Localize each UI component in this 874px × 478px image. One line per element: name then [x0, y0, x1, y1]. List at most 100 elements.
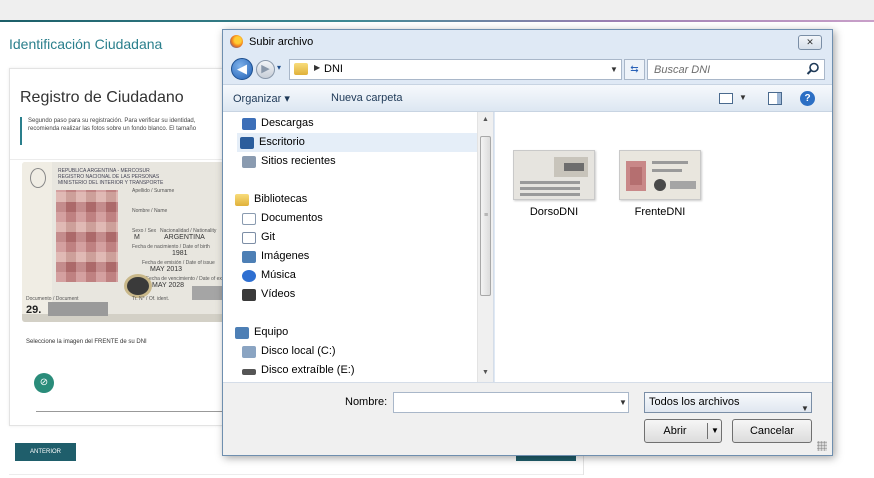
image-thumbnail-icon	[513, 150, 595, 200]
dialog-bottom-area: Nombre: ▼ Todos los archivos ▼ Abrir ▼ C…	[223, 382, 832, 455]
nav-item-git[interactable]: Git	[239, 228, 479, 247]
dni-header: REPUBLICA ARGENTINA - MERCOSUR REGISTRO …	[58, 168, 163, 186]
file-item-dorso[interactable]: DorsoDNI	[499, 150, 599, 234]
nav-item-disco-extraible[interactable]: Disco extraíble (E:)	[239, 361, 479, 380]
search-box[interactable]	[647, 59, 825, 80]
search-input[interactable]	[648, 60, 798, 79]
file-type-select[interactable]: Todos los archivos ▼	[644, 392, 812, 413]
dni-number-redacted	[48, 302, 108, 316]
address-bar[interactable]: ▶ DNI ▼	[289, 59, 622, 80]
navigation-pane: Descargas Escritorio Sitios recientes Bi…	[223, 112, 494, 382]
nav-item-label: Documentos	[261, 212, 323, 224]
firefox-icon	[230, 35, 243, 48]
scroll-grip-icon: ≡	[484, 212, 489, 219]
dni-name-label: Nombre / Name	[132, 208, 168, 214]
nav-item-videos[interactable]: Vídeos	[239, 285, 479, 304]
open-button-label: Abrir	[663, 425, 687, 437]
dni-birth-value: 1981	[172, 250, 188, 257]
file-item-frente[interactable]: FrenteDNI	[605, 150, 705, 234]
nav-item-imagenes[interactable]: Imágenes	[239, 247, 479, 266]
dorso-thumbnail-art	[514, 151, 594, 199]
help-icon[interactable]: ?	[800, 91, 815, 106]
dni-birth-label: Fecha de nacimiento / Date of birth	[132, 244, 210, 250]
open-dropdown-icon[interactable]: ▼	[711, 420, 719, 442]
scrollbar-thumb[interactable]: ≡	[480, 136, 491, 296]
nav-item-label: Disco extraíble (E:)	[261, 364, 355, 376]
page-right-border	[583, 453, 584, 475]
resize-grip-icon[interactable]	[817, 441, 827, 451]
filename-input[interactable]	[393, 392, 629, 413]
forward-arrow-icon[interactable]: ▶	[256, 60, 275, 79]
info-box: Segundo paso para su registración. Para …	[20, 117, 232, 145]
filename-label: Nombre:	[345, 396, 388, 408]
dialog-titlebar[interactable]: Subir archivo ✕	[223, 30, 832, 54]
open-button-separator	[707, 423, 708, 439]
dialog-toolbar: Organizar ▾ Nueva carpeta ▼ ?	[223, 84, 832, 112]
dialog-title: Subir archivo	[249, 36, 314, 48]
computer-icon	[235, 327, 249, 339]
preview-pane-icon[interactable]	[768, 92, 782, 105]
cancel-button[interactable]: Cancelar	[732, 419, 812, 443]
git-library-icon	[242, 232, 256, 244]
new-folder-button[interactable]: Nueva carpeta	[331, 92, 403, 104]
documents-icon	[242, 213, 256, 225]
refresh-icon[interactable]: ⇆	[624, 59, 645, 80]
libraries-icon	[235, 194, 249, 206]
nav-group-label: Bibliotecas	[254, 193, 308, 205]
frente-thumbnail-art	[620, 151, 700, 199]
search-icon[interactable]	[806, 62, 820, 76]
page-title: Identificación Ciudadana	[9, 36, 163, 52]
dni-photo-overlay	[56, 190, 118, 282]
select-front-label: Seleccione la imagen del FRENTE de su DN…	[26, 339, 147, 345]
history-dropdown-icon[interactable]: ▾	[277, 63, 281, 72]
close-button[interactable]: ✕	[798, 35, 822, 50]
breadcrumb-chevron-icon[interactable]: ▶	[314, 63, 320, 72]
open-button[interactable]: Abrir ▼	[644, 419, 722, 443]
coat-of-arms-icon	[30, 168, 46, 188]
navigation-row: ◀ ▶ ▾ ▶ DNI ▼ ⇆	[223, 54, 832, 84]
videos-icon	[242, 289, 256, 301]
dni-tramite-label: Tr. N° / Of. ident.	[132, 296, 170, 302]
nav-item-descargas[interactable]: Descargas	[239, 114, 479, 133]
scroll-up-icon[interactable]: ▲	[482, 116, 489, 123]
pictures-icon	[242, 251, 256, 263]
nav-item-documentos[interactable]: Documentos	[239, 209, 479, 228]
filename-dropdown-icon[interactable]: ▼	[619, 398, 627, 407]
dni-sex-value: M	[134, 234, 140, 241]
nav-item-musica[interactable]: Música	[239, 266, 479, 285]
nav-item-escritorio[interactable]: Escritorio	[237, 133, 477, 152]
change-view-icon[interactable]	[719, 93, 733, 104]
address-path[interactable]: DNI	[324, 63, 343, 75]
nav-item-disco-local[interactable]: Disco local (C:)	[239, 342, 479, 361]
dni-surname-label: Apellido / Surname	[132, 188, 175, 194]
dni-front-preview: REPUBLICA ARGENTINA - MERCOSUR REGISTRO …	[22, 162, 232, 322]
view-dropdown-icon[interactable]: ▼	[739, 93, 747, 102]
dni-hologram	[124, 274, 152, 298]
music-icon	[242, 270, 256, 282]
organize-button[interactable]: Organizar ▾	[233, 92, 290, 105]
nav-item-sitios-recientes[interactable]: Sitios recientes	[239, 152, 479, 171]
nav-scrollbar[interactable]: ▲ ≡ ▼	[477, 112, 493, 382]
anterior-button[interactable]: ANTERIOR	[15, 443, 76, 461]
nav-item-label: Imágenes	[261, 250, 310, 262]
nav-group-equipo[interactable]: Equipo	[232, 323, 472, 342]
file-name: FrenteDNI	[634, 206, 686, 218]
nav-group-label: Equipo	[254, 326, 289, 338]
file-upload-dialog: Subir archivo ✕ ◀ ▶ ▾ ▶ DNI ▼ ⇆ Organiza…	[222, 29, 833, 456]
local-disk-icon	[242, 346, 256, 358]
dni-nationality-value: ARGENTINA	[164, 234, 205, 241]
browser-top-bar	[0, 0, 874, 22]
address-dropdown-icon[interactable]: ▼	[610, 65, 618, 74]
info-text-line-2: recomienda realizar las fotos sobre un f…	[28, 126, 197, 132]
scroll-down-icon[interactable]: ▼	[482, 369, 489, 376]
info-text-line-1: Segundo paso para su registración. Para …	[28, 118, 196, 124]
desktop-icon	[240, 137, 254, 149]
folder-icon	[294, 63, 308, 75]
paperclip-icon[interactable]: ⊘	[34, 373, 54, 393]
back-arrow-icon[interactable]: ◀	[231, 58, 253, 80]
nav-group-bibliotecas[interactable]: Bibliotecas	[232, 190, 472, 209]
chevron-down-icon: ▼	[801, 404, 809, 413]
card-divider	[10, 159, 232, 160]
nav-item-label: Vídeos	[261, 288, 296, 300]
nav-item-label: Sitios recientes	[261, 155, 336, 167]
